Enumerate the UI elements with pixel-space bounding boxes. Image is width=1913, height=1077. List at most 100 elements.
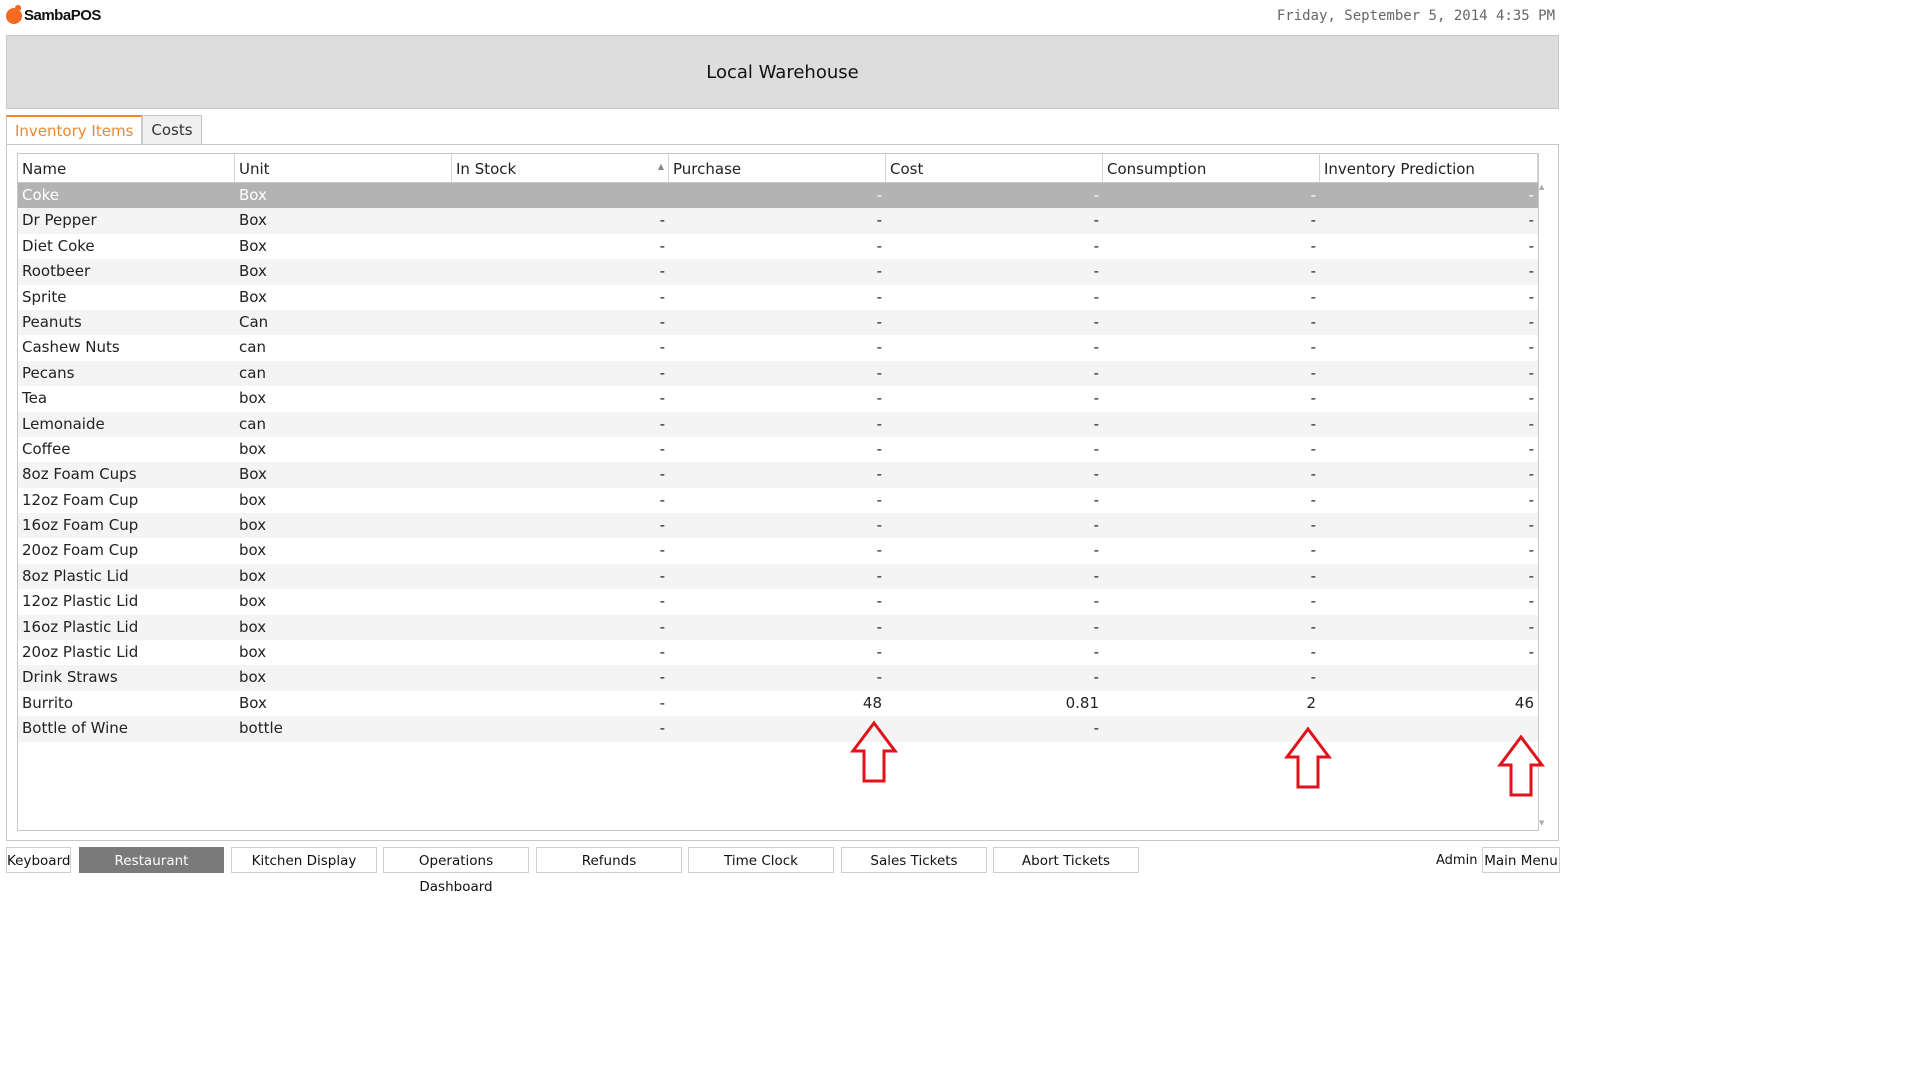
table-row[interactable]: Coffee box - - - - - xyxy=(18,437,1538,462)
table-cell: - xyxy=(1310,211,1316,230)
scroll-up-icon[interactable]: ▲ xyxy=(1539,183,1544,191)
column-header-in-stock[interactable]: In Stock ▲ xyxy=(452,154,669,182)
main-menu-button[interactable]: Main Menu xyxy=(1482,847,1560,873)
table-cell: 20oz Plastic Lid xyxy=(22,643,139,662)
table-cell: 2 xyxy=(1306,693,1316,712)
refunds-button[interactable]: Refunds xyxy=(536,847,682,873)
column-header-unit[interactable]: Unit xyxy=(235,154,452,182)
table-cell: - xyxy=(659,439,665,458)
table-row[interactable]: Drink Straws box - - - - xyxy=(18,665,1538,691)
table-row[interactable]: 20oz Foam Cup box - - - - - xyxy=(18,538,1538,563)
table-row[interactable]: Diet Coke Box - - - - - xyxy=(18,234,1538,259)
table-cell: - xyxy=(1310,592,1316,611)
table-row[interactable]: 8oz Plastic Lid box - - - - - xyxy=(18,563,1538,590)
table-row[interactable]: 16oz Plastic Lid box - - - - - xyxy=(18,614,1538,641)
table-cell: - xyxy=(1528,363,1534,382)
table-row[interactable]: Rootbeer Box - - - - - xyxy=(18,259,1538,285)
operations-dashboard-button[interactable]: Operations Dashboard xyxy=(383,847,529,895)
table-cell: - xyxy=(1310,617,1316,636)
table-cell: 8oz Plastic Lid xyxy=(22,566,129,585)
table-cell: - xyxy=(1528,338,1534,357)
table-cell: - xyxy=(659,668,665,687)
table-cell: - xyxy=(1093,414,1099,433)
grid-body: Coke Box - - - - Dr Pepper Box - - - - - Diet Coke Box… xyxy=(18,183,1538,742)
column-header-purchase[interactable]: Purchase xyxy=(669,154,886,182)
column-header-cost[interactable]: Cost xyxy=(886,154,1103,182)
keyboard-button[interactable]: Keyboard xyxy=(6,847,71,873)
table-cell: Lemonaide xyxy=(22,414,105,433)
table-cell: - xyxy=(876,643,882,662)
table-row[interactable]: Coke Box - - - - xyxy=(18,183,1538,209)
table-cell: - xyxy=(1093,439,1099,458)
table-cell: - xyxy=(876,541,882,560)
column-header-inventory-prediction[interactable]: Inventory Prediction xyxy=(1320,154,1538,182)
abort-tickets-button[interactable]: Abort Tickets xyxy=(993,847,1139,873)
table-cell: - xyxy=(1093,312,1099,331)
restaurant-button[interactable]: Restaurant xyxy=(79,847,224,873)
table-cell: can xyxy=(239,414,266,433)
column-header-name[interactable]: Name xyxy=(18,154,235,182)
table-cell: Rootbeer xyxy=(22,262,91,281)
table-cell: - xyxy=(659,363,665,382)
table-cell: - xyxy=(1528,389,1534,408)
table-cell: - xyxy=(1093,236,1099,255)
vertical-scrollbar[interactable]: ▲ ▼ xyxy=(1536,153,1548,829)
table-cell: - xyxy=(659,617,665,636)
table-cell: - xyxy=(1093,592,1099,611)
table-cell: Drink Straws xyxy=(22,668,118,687)
table-row[interactable]: 12oz Plastic Lid box - - - - - xyxy=(18,589,1538,614)
table-row[interactable]: 20oz Plastic Lid box - - - - - xyxy=(18,640,1538,665)
table-cell: - xyxy=(659,236,665,255)
table-cell: - xyxy=(1310,516,1316,535)
table-cell: 46 xyxy=(1514,693,1534,712)
table-cell xyxy=(452,183,669,208)
table-row[interactable]: Cashew Nuts can - - - - - xyxy=(18,335,1538,360)
table-row[interactable]: Sprite Box - - - - - xyxy=(18,285,1538,310)
time-clock-button[interactable]: Time Clock xyxy=(688,847,834,873)
table-cell: - xyxy=(1093,643,1099,662)
table-cell: Sprite xyxy=(22,287,67,306)
table-row[interactable]: Pecans can - - - - - xyxy=(18,360,1538,387)
annotation-arrow-up-icon xyxy=(1497,734,1545,797)
table-cell: Box xyxy=(239,693,267,712)
tab-costs[interactable]: Costs xyxy=(142,115,202,144)
tab-inventory-items[interactable]: Inventory Items xyxy=(6,115,143,144)
table-cell: 12oz Plastic Lid xyxy=(22,592,139,611)
table-row[interactable]: Burrito Box - 48 0.81 2 46 xyxy=(18,691,1538,716)
page-title: Local Warehouse xyxy=(706,62,859,83)
table-cell: Diet Coke xyxy=(22,236,95,255)
table-cell: - xyxy=(876,236,882,255)
table-cell xyxy=(1320,665,1538,690)
grid-header: Name Unit In Stock ▲ Purchase Cost Consu… xyxy=(18,154,1538,183)
table-cell: - xyxy=(1310,312,1316,331)
table-row[interactable]: 8oz Foam Cups Box - - - - - xyxy=(18,462,1538,488)
table-cell: - xyxy=(1528,643,1534,662)
sales-tickets-button[interactable]: Sales Tickets xyxy=(841,847,987,873)
table-cell: - xyxy=(1093,211,1099,230)
table-cell: Pecans xyxy=(22,363,75,382)
table-row[interactable]: Dr Pepper Box - - - - - xyxy=(18,208,1538,234)
table-cell: box xyxy=(239,439,267,458)
table-cell: - xyxy=(876,211,882,230)
table-row[interactable]: 16oz Foam Cup box - - - - - xyxy=(18,513,1538,539)
table-cell: - xyxy=(1310,668,1316,687)
kitchen-display-button[interactable]: Kitchen Display xyxy=(231,847,377,873)
table-cell: - xyxy=(1093,516,1099,535)
table-cell: - xyxy=(1528,262,1534,281)
table-cell: - xyxy=(659,592,665,611)
column-header-consumption[interactable]: Consumption xyxy=(1103,154,1320,182)
table-cell: - xyxy=(1093,363,1099,382)
scroll-down-icon[interactable]: ▼ xyxy=(1539,819,1544,827)
table-row[interactable]: Tea box - - - - - xyxy=(18,386,1538,411)
sort-ascending-icon: ▲ xyxy=(657,162,664,171)
table-cell: - xyxy=(1528,186,1534,204)
table-row[interactable]: 12oz Foam Cup box - - - - - xyxy=(18,488,1538,513)
table-cell: - xyxy=(1528,541,1534,560)
annotation-arrow-up-icon xyxy=(850,720,898,783)
table-cell: 16oz Plastic Lid xyxy=(22,617,139,636)
table-row[interactable]: Peanuts Can - - - - - xyxy=(18,309,1538,336)
table-cell: - xyxy=(659,338,665,357)
table-cell: 16oz Foam Cup xyxy=(22,516,139,535)
table-row[interactable]: Lemonaide can - - - - - xyxy=(18,411,1538,437)
table-cell: 8oz Foam Cups xyxy=(22,465,137,484)
